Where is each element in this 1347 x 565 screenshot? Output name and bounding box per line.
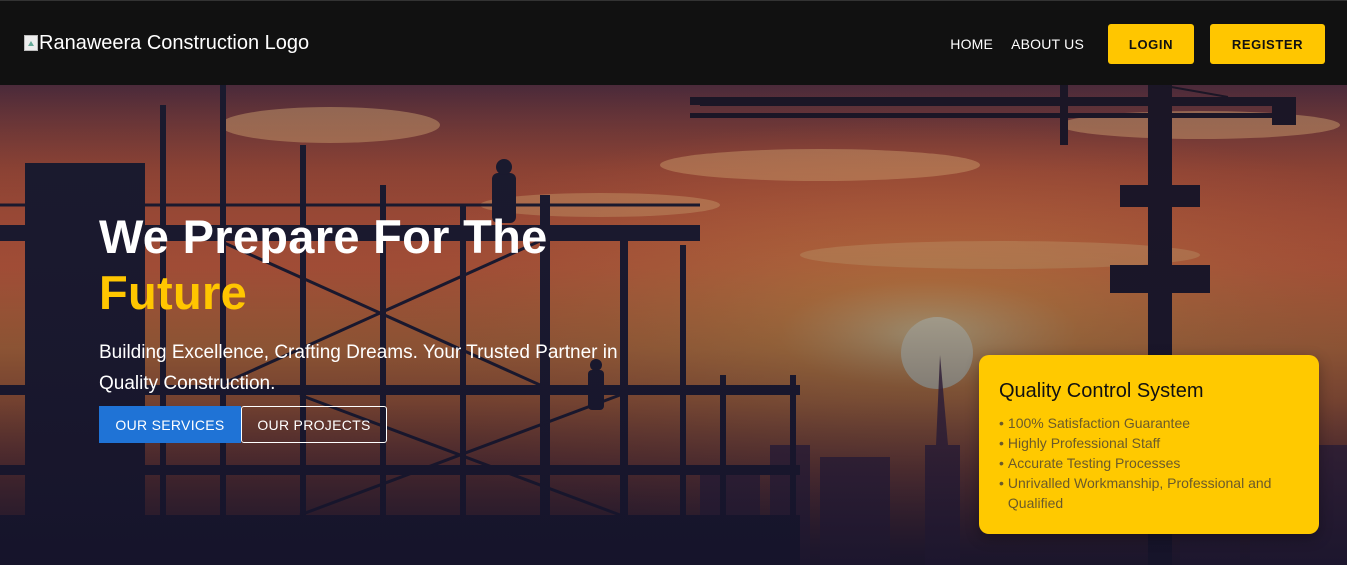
nav-home-link[interactable]: HOME	[950, 24, 993, 64]
hero-section: We Prepare For The Future Building Excel…	[0, 85, 1347, 565]
hero-tagline: Building Excellence, Crafting Dreams. Yo…	[99, 342, 618, 394]
headline-line1: We Prepare For The	[99, 210, 548, 263]
main-nav: HOME ABOUT US LOGIN REGISTER	[950, 24, 1325, 64]
bullet-icon: •	[999, 415, 1004, 431]
quality-item-text: Highly Professional Staff	[1007, 435, 1161, 451]
logo-alt-text: Ranaweera Construction Logo	[39, 32, 310, 54]
nav-about-link[interactable]: ABOUT US	[1011, 24, 1084, 64]
brand-logo[interactable]: Ranaweera Construction Logo	[24, 31, 309, 55]
quality-list-item: • Highly Professional Staff	[999, 433, 1299, 453]
broken-image-icon	[24, 35, 38, 51]
quality-card-title: Quality Control System	[999, 380, 1204, 402]
register-button[interactable]: REGISTER	[1210, 24, 1325, 64]
quality-list-item: • Accurate Testing Processes	[999, 453, 1299, 473]
our-services-button[interactable]: OUR SERVICES	[99, 406, 241, 443]
hero-cta-group: OUR SERVICES OUR PROJECTS	[99, 406, 387, 443]
quality-item-text: Unrivalled Workmanship, Professional and…	[1007, 475, 1272, 511]
bullet-icon: •	[999, 455, 1004, 471]
bullet-icon: •	[999, 475, 1004, 491]
quality-control-card: Quality Control System • 100% Satisfactio…	[979, 355, 1319, 534]
quality-item-text: 100% Satisfaction Guarantee	[1007, 415, 1191, 431]
top-navbar: Ranaweera Construction Logo HOME ABOUT U…	[0, 0, 1347, 85]
hero-headline: We Prepare For The Future	[99, 209, 548, 321]
our-projects-button[interactable]: OUR PROJECTS	[241, 406, 387, 443]
headline-accent: Future	[99, 266, 248, 319]
login-button[interactable]: LOGIN	[1108, 24, 1194, 64]
quality-list-item: • 100% Satisfaction Guarantee	[999, 413, 1299, 433]
quality-list-item: • Unrivalled Workmanship, Professional an…	[999, 473, 1299, 513]
bullet-icon: •	[999, 435, 1004, 451]
quality-item-text: Accurate Testing Processes	[1007, 455, 1181, 471]
quality-list: • 100% Satisfaction Guarantee • Highly Pro…	[999, 413, 1299, 513]
